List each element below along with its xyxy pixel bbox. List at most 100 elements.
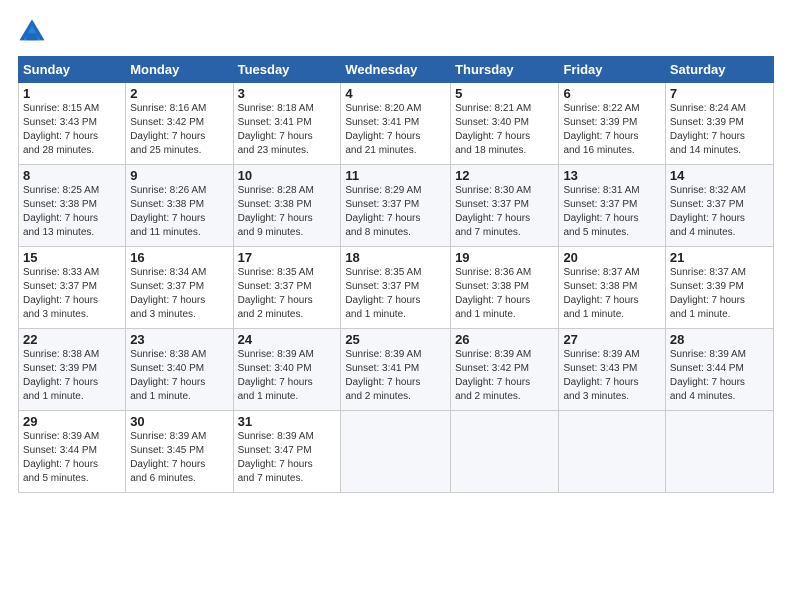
day-number: 13: [563, 168, 660, 183]
day-number: 4: [345, 86, 446, 101]
day-info: Sunrise: 8:39 AM Sunset: 3:42 PM Dayligh…: [455, 348, 554, 404]
calendar-cell: 20Sunrise: 8:37 AM Sunset: 3:38 PM Dayli…: [559, 247, 665, 329]
calendar-cell: 27Sunrise: 8:39 AM Sunset: 3:43 PM Dayli…: [559, 329, 665, 411]
day-info: Sunrise: 8:20 AM Sunset: 3:41 PM Dayligh…: [345, 102, 446, 158]
day-info: Sunrise: 8:21 AM Sunset: 3:40 PM Dayligh…: [455, 102, 554, 158]
calendar-cell: 9Sunrise: 8:26 AM Sunset: 3:38 PM Daylig…: [126, 165, 233, 247]
day-header-sunday: Sunday: [19, 57, 126, 83]
day-info: Sunrise: 8:35 AM Sunset: 3:37 PM Dayligh…: [345, 266, 446, 322]
day-number: 10: [238, 168, 337, 183]
day-info: Sunrise: 8:18 AM Sunset: 3:41 PM Dayligh…: [238, 102, 337, 158]
day-number: 23: [130, 332, 228, 347]
header: [18, 18, 774, 46]
calendar-cell: 12Sunrise: 8:30 AM Sunset: 3:37 PM Dayli…: [451, 165, 559, 247]
day-info: Sunrise: 8:39 AM Sunset: 3:45 PM Dayligh…: [130, 430, 228, 486]
day-info: Sunrise: 8:37 AM Sunset: 3:39 PM Dayligh…: [670, 266, 769, 322]
day-info: Sunrise: 8:32 AM Sunset: 3:37 PM Dayligh…: [670, 184, 769, 240]
day-info: Sunrise: 8:39 AM Sunset: 3:47 PM Dayligh…: [238, 430, 337, 486]
calendar-cell: 18Sunrise: 8:35 AM Sunset: 3:37 PM Dayli…: [341, 247, 451, 329]
day-header-wednesday: Wednesday: [341, 57, 451, 83]
day-info: Sunrise: 8:15 AM Sunset: 3:43 PM Dayligh…: [23, 102, 121, 158]
calendar-cell: [559, 411, 665, 493]
week-row-2: 8Sunrise: 8:25 AM Sunset: 3:38 PM Daylig…: [19, 165, 774, 247]
day-info: Sunrise: 8:39 AM Sunset: 3:40 PM Dayligh…: [238, 348, 337, 404]
day-header-thursday: Thursday: [451, 57, 559, 83]
day-number: 20: [563, 250, 660, 265]
day-number: 11: [345, 168, 446, 183]
day-number: 7: [670, 86, 769, 101]
week-row-3: 15Sunrise: 8:33 AM Sunset: 3:37 PM Dayli…: [19, 247, 774, 329]
day-number: 6: [563, 86, 660, 101]
calendar-cell: [665, 411, 773, 493]
day-info: Sunrise: 8:39 AM Sunset: 3:44 PM Dayligh…: [23, 430, 121, 486]
day-number: 8: [23, 168, 121, 183]
calendar-cell: 21Sunrise: 8:37 AM Sunset: 3:39 PM Dayli…: [665, 247, 773, 329]
day-number: 16: [130, 250, 228, 265]
day-info: Sunrise: 8:25 AM Sunset: 3:38 PM Dayligh…: [23, 184, 121, 240]
calendar-cell: [341, 411, 451, 493]
day-number: 2: [130, 86, 228, 101]
calendar-cell: 31Sunrise: 8:39 AM Sunset: 3:47 PM Dayli…: [233, 411, 341, 493]
day-info: Sunrise: 8:28 AM Sunset: 3:38 PM Dayligh…: [238, 184, 337, 240]
calendar-cell: 8Sunrise: 8:25 AM Sunset: 3:38 PM Daylig…: [19, 165, 126, 247]
day-info: Sunrise: 8:38 AM Sunset: 3:40 PM Dayligh…: [130, 348, 228, 404]
calendar-cell: 14Sunrise: 8:32 AM Sunset: 3:37 PM Dayli…: [665, 165, 773, 247]
calendar-cell: 24Sunrise: 8:39 AM Sunset: 3:40 PM Dayli…: [233, 329, 341, 411]
logo: [18, 18, 50, 46]
calendar-cell: 26Sunrise: 8:39 AM Sunset: 3:42 PM Dayli…: [451, 329, 559, 411]
calendar-cell: 2Sunrise: 8:16 AM Sunset: 3:42 PM Daylig…: [126, 83, 233, 165]
calendar-cell: 15Sunrise: 8:33 AM Sunset: 3:37 PM Dayli…: [19, 247, 126, 329]
day-info: Sunrise: 8:29 AM Sunset: 3:37 PM Dayligh…: [345, 184, 446, 240]
day-number: 29: [23, 414, 121, 429]
calendar-cell: 3Sunrise: 8:18 AM Sunset: 3:41 PM Daylig…: [233, 83, 341, 165]
day-number: 24: [238, 332, 337, 347]
day-info: Sunrise: 8:26 AM Sunset: 3:38 PM Dayligh…: [130, 184, 228, 240]
day-info: Sunrise: 8:24 AM Sunset: 3:39 PM Dayligh…: [670, 102, 769, 158]
day-number: 27: [563, 332, 660, 347]
calendar-cell: 25Sunrise: 8:39 AM Sunset: 3:41 PM Dayli…: [341, 329, 451, 411]
day-header-friday: Friday: [559, 57, 665, 83]
day-info: Sunrise: 8:22 AM Sunset: 3:39 PM Dayligh…: [563, 102, 660, 158]
logo-icon: [18, 18, 46, 46]
day-number: 3: [238, 86, 337, 101]
calendar-cell: 5Sunrise: 8:21 AM Sunset: 3:40 PM Daylig…: [451, 83, 559, 165]
day-info: Sunrise: 8:39 AM Sunset: 3:43 PM Dayligh…: [563, 348, 660, 404]
calendar-cell: 1Sunrise: 8:15 AM Sunset: 3:43 PM Daylig…: [19, 83, 126, 165]
day-number: 21: [670, 250, 769, 265]
calendar-cell: 30Sunrise: 8:39 AM Sunset: 3:45 PM Dayli…: [126, 411, 233, 493]
calendar-cell: 7Sunrise: 8:24 AM Sunset: 3:39 PM Daylig…: [665, 83, 773, 165]
calendar-cell: 22Sunrise: 8:38 AM Sunset: 3:39 PM Dayli…: [19, 329, 126, 411]
day-number: 22: [23, 332, 121, 347]
calendar-cell: 13Sunrise: 8:31 AM Sunset: 3:37 PM Dayli…: [559, 165, 665, 247]
day-info: Sunrise: 8:36 AM Sunset: 3:38 PM Dayligh…: [455, 266, 554, 322]
calendar-table: SundayMondayTuesdayWednesdayThursdayFrid…: [18, 56, 774, 493]
day-info: Sunrise: 8:39 AM Sunset: 3:41 PM Dayligh…: [345, 348, 446, 404]
calendar-cell: 6Sunrise: 8:22 AM Sunset: 3:39 PM Daylig…: [559, 83, 665, 165]
day-info: Sunrise: 8:37 AM Sunset: 3:38 PM Dayligh…: [563, 266, 660, 322]
day-info: Sunrise: 8:34 AM Sunset: 3:37 PM Dayligh…: [130, 266, 228, 322]
day-number: 18: [345, 250, 446, 265]
day-header-monday: Monday: [126, 57, 233, 83]
day-number: 1: [23, 86, 121, 101]
day-number: 31: [238, 414, 337, 429]
calendar-cell: 23Sunrise: 8:38 AM Sunset: 3:40 PM Dayli…: [126, 329, 233, 411]
day-number: 30: [130, 414, 228, 429]
day-number: 9: [130, 168, 228, 183]
day-number: 15: [23, 250, 121, 265]
day-header-tuesday: Tuesday: [233, 57, 341, 83]
day-number: 14: [670, 168, 769, 183]
day-info: Sunrise: 8:16 AM Sunset: 3:42 PM Dayligh…: [130, 102, 228, 158]
day-info: Sunrise: 8:35 AM Sunset: 3:37 PM Dayligh…: [238, 266, 337, 322]
calendar-cell: 16Sunrise: 8:34 AM Sunset: 3:37 PM Dayli…: [126, 247, 233, 329]
day-number: 19: [455, 250, 554, 265]
calendar-cell: 19Sunrise: 8:36 AM Sunset: 3:38 PM Dayli…: [451, 247, 559, 329]
day-number: 28: [670, 332, 769, 347]
day-info: Sunrise: 8:30 AM Sunset: 3:37 PM Dayligh…: [455, 184, 554, 240]
week-row-5: 29Sunrise: 8:39 AM Sunset: 3:44 PM Dayli…: [19, 411, 774, 493]
week-row-4: 22Sunrise: 8:38 AM Sunset: 3:39 PM Dayli…: [19, 329, 774, 411]
day-info: Sunrise: 8:31 AM Sunset: 3:37 PM Dayligh…: [563, 184, 660, 240]
day-number: 25: [345, 332, 446, 347]
day-info: Sunrise: 8:39 AM Sunset: 3:44 PM Dayligh…: [670, 348, 769, 404]
day-number: 17: [238, 250, 337, 265]
page: SundayMondayTuesdayWednesdayThursdayFrid…: [0, 0, 792, 612]
